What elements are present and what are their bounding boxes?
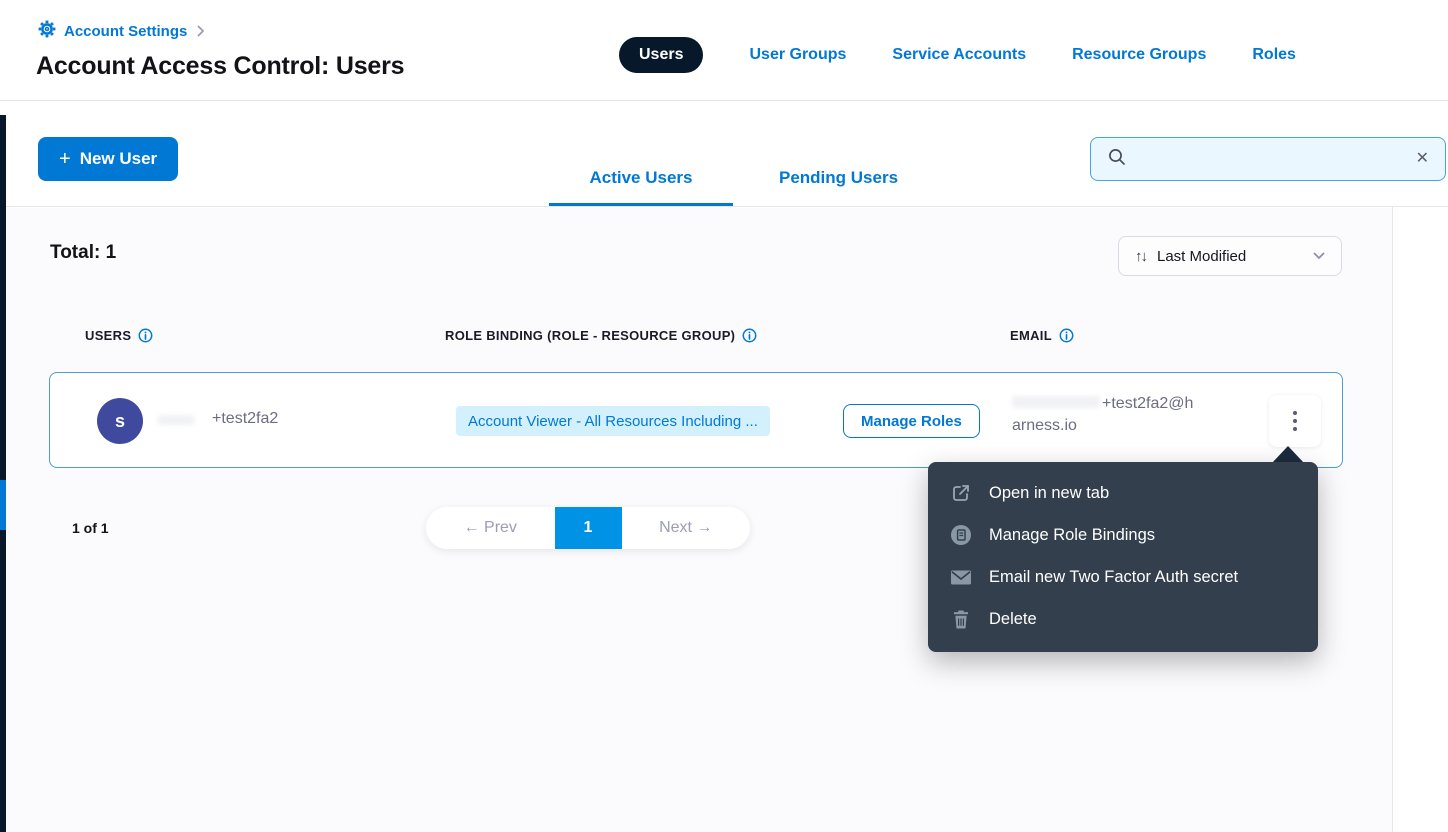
menu-item-label: Email new Two Factor Auth secret <box>989 568 1238 587</box>
menu-item-delete[interactable]: Delete <box>928 598 1318 640</box>
page: Account Settings Account Access Control:… <box>0 0 1448 832</box>
search-box: ✕ <box>1090 137 1446 181</box>
user-email: +test2fa2@h arness.io <box>1012 393 1257 437</box>
info-icon[interactable] <box>742 328 757 343</box>
tab-active-users[interactable]: Active Users <box>549 154 733 206</box>
nav-tab-roles[interactable]: Roles <box>1252 46 1296 64</box>
column-header-users: USERS <box>85 328 153 343</box>
row-options-kebab-button[interactable] <box>1269 395 1321 447</box>
delete-icon <box>950 609 972 630</box>
menu-item-open-in-new-tab[interactable]: Open in new tab <box>928 472 1318 514</box>
breadcrumb[interactable]: Account Settings <box>38 20 205 42</box>
info-icon[interactable] <box>138 328 153 343</box>
breadcrumb-label: Account Settings <box>64 23 187 40</box>
top-nav: Users User Groups Service Accounts Resou… <box>619 37 1296 73</box>
column-email-label: EMAIL <box>1010 328 1052 343</box>
search-input[interactable] <box>1137 151 1406 168</box>
row-context-menu: Open in new tab Manage Role Bindings E <box>928 462 1318 652</box>
prev-page-button[interactable]: ← Prev <box>426 507 555 549</box>
user-name: +test2fa2 <box>212 410 278 428</box>
nav-tab-users[interactable]: Users <box>619 37 703 73</box>
kebab-dot <box>1293 427 1297 431</box>
avatar: s <box>97 398 143 444</box>
sort-dropdown[interactable]: ↑↓ Last Modified <box>1118 236 1342 276</box>
email-icon <box>950 569 972 586</box>
sort-arrows-icon: ↑↓ <box>1135 248 1146 265</box>
kebab-dot <box>1293 419 1297 423</box>
context-menu-caret <box>1272 446 1304 463</box>
tab-pending-users[interactable]: Pending Users <box>757 154 920 206</box>
role-binding-chip: Account Viewer - All Resources Including… <box>456 406 770 436</box>
column-role-binding-label: ROLE BINDING (ROLE - RESOURCE GROUP) <box>445 328 735 343</box>
clear-search-icon[interactable]: ✕ <box>1416 151 1429 167</box>
nav-tab-service-accounts[interactable]: Service Accounts <box>892 46 1026 64</box>
menu-item-manage-role-bindings[interactable]: Manage Role Bindings <box>928 514 1318 556</box>
plus-icon: + <box>59 149 71 169</box>
table-row[interactable]: s +test2fa2 Account Viewer - All Resourc… <box>49 372 1343 468</box>
next-page-button[interactable]: Next → <box>622 507 751 549</box>
user-state-tabs: Active Users Pending Users <box>549 154 920 206</box>
redacted-name-blur <box>158 415 194 425</box>
pagination-control: ← Prev 1 Next → <box>426 507 750 549</box>
chevron-right-icon <box>197 25 205 37</box>
menu-item-label: Manage Role Bindings <box>989 526 1155 545</box>
sort-selected-value: Last Modified <box>1157 248 1302 265</box>
column-header-role-binding: ROLE BINDING (ROLE - RESOURCE GROUP) <box>445 328 757 343</box>
email-line2: arness.io <box>1012 417 1077 434</box>
toolbar: + New User Active Users Pending Users ✕ <box>6 102 1448 207</box>
page-1-button[interactable]: 1 <box>555 507 622 549</box>
page-title: Account Access Control: Users <box>36 52 404 81</box>
pagination-summary: 1 of 1 <box>72 520 109 536</box>
nav-tab-resource-groups[interactable]: Resource Groups <box>1072 46 1206 64</box>
manage-roles-button[interactable]: Manage Roles <box>843 404 980 438</box>
column-header-email: EMAIL <box>1010 328 1074 343</box>
redacted-email-blur <box>1012 396 1100 408</box>
content-right-divider <box>1392 112 1393 832</box>
menu-item-label: Delete <box>989 610 1037 629</box>
gear-icon <box>38 20 56 42</box>
menu-item-label: Open in new tab <box>989 484 1109 503</box>
nav-tab-user-groups[interactable]: User Groups <box>749 46 846 64</box>
open-in-new-tab-icon <box>950 482 972 504</box>
total-count: Total: 1 <box>50 242 116 264</box>
chevron-down-icon <box>1313 247 1325 265</box>
left-nav-strip-accent <box>0 480 6 530</box>
search-icon <box>1107 147 1127 172</box>
new-user-button[interactable]: + New User <box>38 137 178 181</box>
column-users-label: USERS <box>85 328 131 343</box>
email-line1: +test2fa2@h <box>1102 395 1193 412</box>
new-user-label: New User <box>80 149 157 169</box>
app-header: Account Settings Account Access Control:… <box>0 0 1448 101</box>
kebab-dot <box>1293 411 1297 415</box>
info-icon[interactable] <box>1059 328 1074 343</box>
manage-role-bindings-icon <box>950 524 972 546</box>
left-nav-strip[interactable] <box>0 115 6 832</box>
menu-item-email-two-factor-secret[interactable]: Email new Two Factor Auth secret <box>928 556 1318 598</box>
